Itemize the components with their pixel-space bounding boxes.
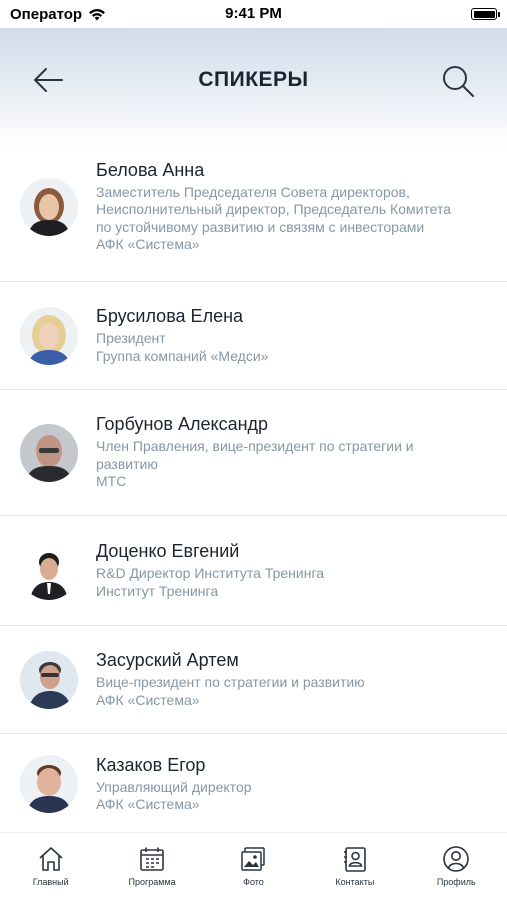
speaker-item[interactable]: Горбунов Александр Член Правления, вице-… [0,390,507,516]
profile-icon [443,846,470,872]
speaker-name: Горбунов Александр [96,414,269,435]
speaker-company: Институт Тренинга [96,582,219,599]
speaker-role: R&D Директор Института Тренинга [96,565,325,581]
page-title: СПИКЕРЫ [198,68,309,91]
tab-label: Программа [128,877,176,887]
avatar [20,650,78,709]
home-icon [39,847,63,871]
avatar [20,541,78,600]
speaker-item[interactable]: Засурский Артем Вице-президент по страте… [0,626,507,734]
battery-icon [471,8,500,20]
tab-home[interactable]: Главный [6,845,96,887]
back-arrow-icon[interactable] [32,66,64,94]
speaker-item[interactable]: Доценко Евгений R&D Директор Института Т… [0,516,507,626]
tab-label: Фото [243,877,264,887]
tab-photo[interactable]: Фото [208,845,298,887]
avatar [20,177,78,236]
speaker-item[interactable]: Брусилова Елена Президент Группа компани… [0,282,507,390]
calendar-icon [140,847,164,871]
speaker-name: Казаков Егор [96,754,206,775]
status-time: 9:41 PM [225,5,282,22]
speaker-company: АФК «Система» [96,691,200,708]
tab-bar: Главный Программа Фото Контакты Профиль [0,832,507,900]
speaker-role: Заместитель Председателя Совета директор… [96,183,452,235]
contacts-icon [343,847,366,872]
speaker-name: Брусилова Елена [96,306,244,326]
speaker-list: Белова Анна Заместитель Председателя Сов… [0,132,507,832]
speaker-company: АФК «Система» [96,236,200,252]
speaker-company: МТС [96,473,127,490]
avatar [20,755,78,813]
search-icon[interactable] [440,63,476,99]
speaker-name: Доценко Евгений [96,541,240,561]
photo-icon [241,847,266,871]
avatar [20,306,78,365]
avatar [20,423,78,482]
speaker-role: Член Правления, вице-президент по страте… [96,438,414,472]
tab-label: Главный [32,877,69,887]
navigation-header: СПИКЕРЫ [0,28,507,132]
speaker-role: Президент [96,330,166,346]
tab-label: Контакты [335,877,375,887]
tab-contacts[interactable]: Контакты [310,845,400,887]
speaker-role: Управляющий директор [96,778,252,795]
speaker-item[interactable]: Белова Анна Заместитель Председателя Сов… [0,132,507,282]
tab-program[interactable]: Программа [107,845,197,887]
speaker-company: Группа компаний «Медси» [96,347,269,364]
status-bar: Оператор 9:41 PM [0,0,507,28]
speaker-role: Вице-президент по стратегии и развитию [96,674,365,690]
tab-label: Профиль [436,877,476,887]
speaker-name: Белова Анна [96,159,205,180]
speaker-name: Засурский Артем [96,650,239,670]
speaker-company: АФК «Система» [96,796,200,812]
tab-profile[interactable]: Профиль [411,845,501,887]
speaker-item[interactable]: Казаков Егор Управляющий директор АФК «С… [0,734,507,832]
